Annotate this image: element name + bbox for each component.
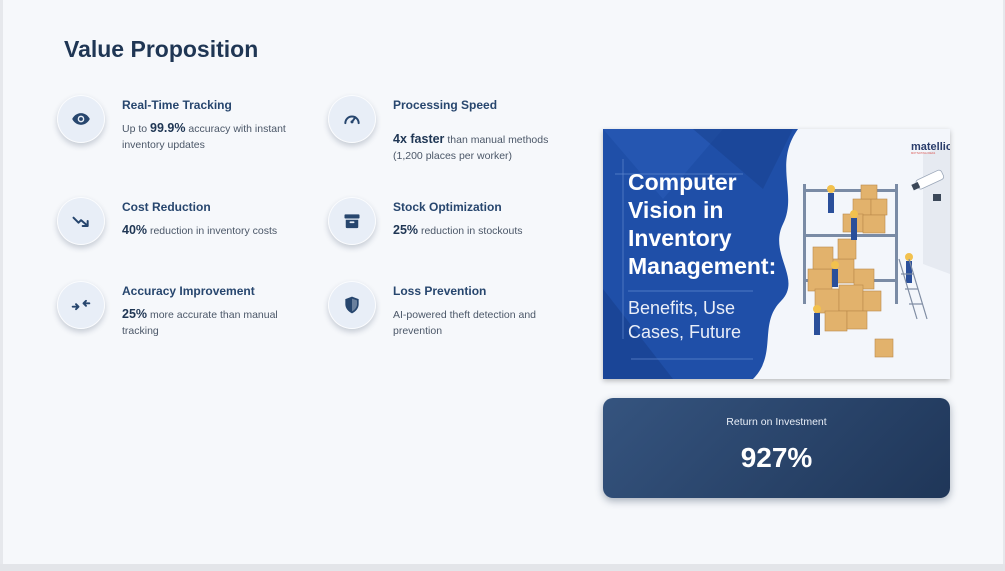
feature-description: 25% reduction in stockouts — [393, 223, 523, 237]
feature-description: 40% reduction in inventory costs — [122, 223, 278, 237]
hero-illustration: matellio MOTIVATING IDEAS Computer Visio… — [603, 129, 950, 379]
feature-highlight: 99.9% — [150, 121, 186, 135]
hero-heading-line: Inventory — [628, 225, 732, 251]
shield-icon — [328, 281, 376, 329]
hero-heading-line: Vision in — [628, 197, 723, 223]
feature-title: Real-Time Tracking — [122, 98, 232, 112]
feature-cost-reduction: Cost Reduction 40% reduction in inventor… — [57, 197, 307, 267]
roi-card: Return on Investment 927% — [603, 398, 950, 498]
feature-highlight: 25% — [393, 223, 419, 237]
brand-tagline: MOTIVATING IDEAS — [911, 151, 936, 155]
hero-heading-line: Computer — [628, 169, 737, 195]
feature-description: Up to 99.9% accuracy with instant invent… — [122, 121, 286, 151]
feature-title: Accuracy Improvement — [122, 284, 255, 298]
eye-icon — [57, 95, 105, 143]
hero-subheading-line: Benefits, Use — [628, 298, 735, 318]
feature-description: AI-powered theft detection and preventio… — [393, 309, 537, 337]
roi-value: 927% — [740, 442, 813, 473]
feature-description: 4x faster than manual methods (1,200 pla… — [393, 132, 549, 162]
hero-heading-line: Management: — [628, 253, 776, 279]
feature-highlight: 40% — [122, 223, 148, 237]
feature-title: Stock Optimization — [393, 200, 502, 214]
archive-box-icon — [328, 197, 376, 245]
slide: Value Proposition Real-Time Tracking Up … — [3, 0, 1003, 564]
trend-down-icon — [57, 197, 105, 245]
compress-arrows-icon — [57, 281, 105, 329]
feature-accuracy-improvement: Accuracy Improvement 25% more accurate t… — [57, 281, 307, 351]
feature-description: 25% more accurate than manual tracking — [122, 307, 278, 337]
feature-loss-prevention: Loss Prevention AI-powered theft detecti… — [328, 281, 578, 351]
feature-title: Loss Prevention — [393, 284, 487, 298]
feature-highlight: 4x faster — [393, 132, 445, 146]
page-title: Value Proposition — [64, 36, 259, 62]
feature-processing-speed: Processing Speed 4x faster than manual m… — [328, 95, 578, 165]
roi-label: Return on Investment — [726, 416, 827, 428]
feature-title: Cost Reduction — [122, 200, 211, 214]
feature-real-time-tracking: Real-Time Tracking Up to 99.9% accuracy … — [57, 95, 307, 165]
hero-subheading-line: Cases, Future — [628, 322, 741, 342]
bottom-bar — [0, 564, 1005, 571]
speedometer-icon — [328, 95, 376, 143]
feature-title: Processing Speed — [393, 98, 498, 112]
feature-highlight: 25% — [122, 307, 148, 321]
feature-stock-optimization: Stock Optimization 25% reduction in stoc… — [328, 197, 578, 267]
